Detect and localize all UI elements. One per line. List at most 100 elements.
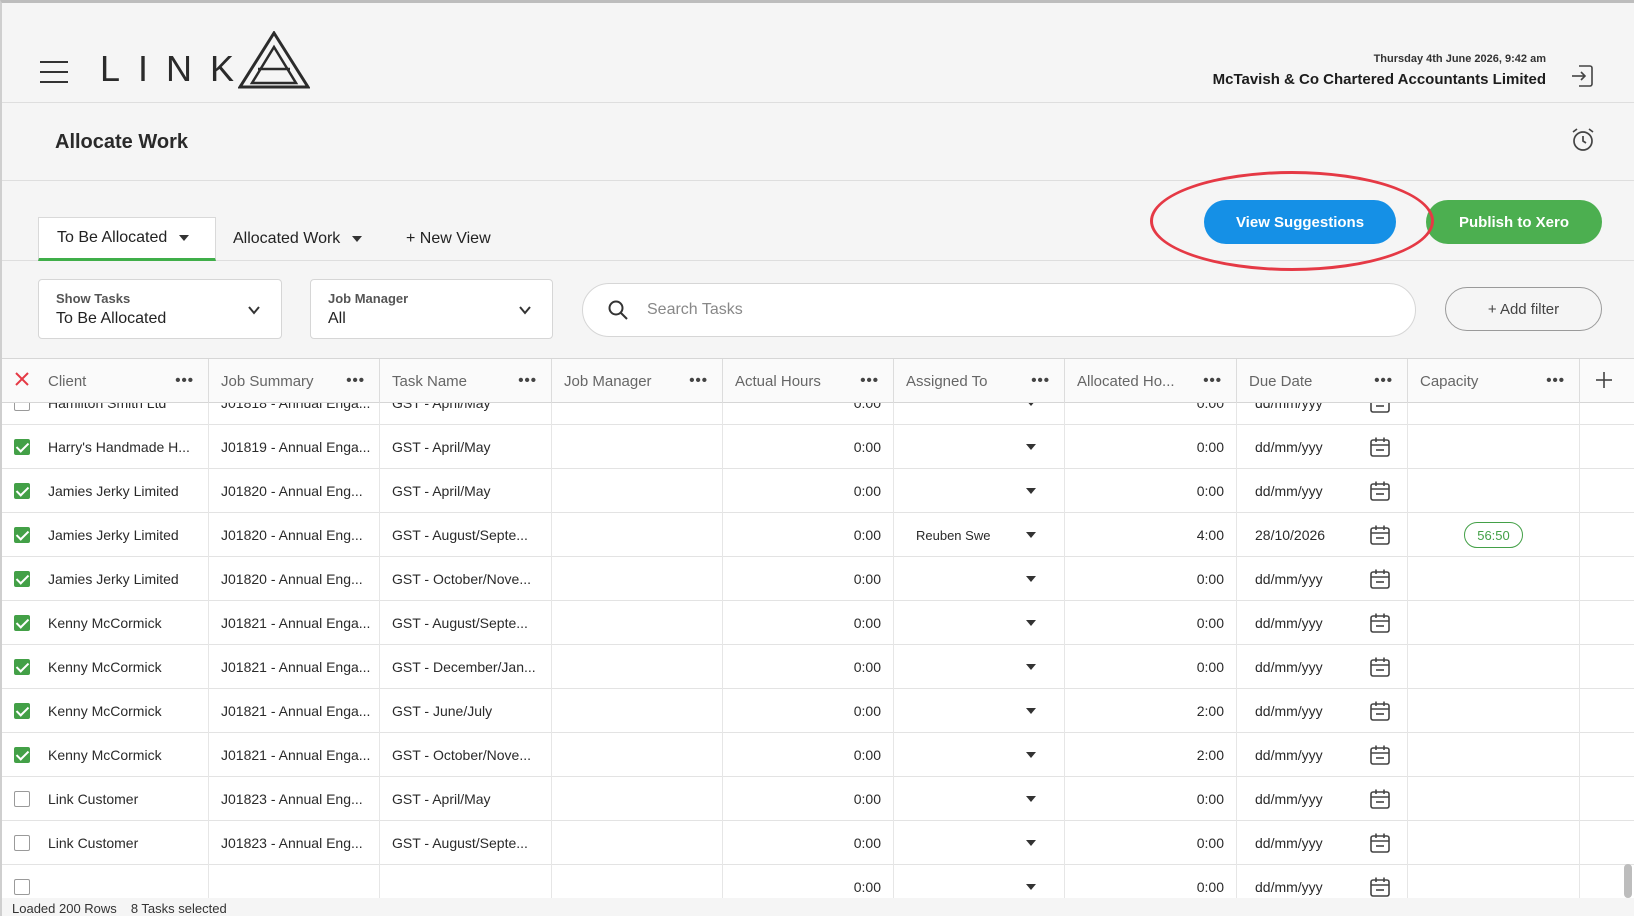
checkbox-icon[interactable] bbox=[14, 403, 30, 411]
calendar-icon[interactable] bbox=[1369, 700, 1391, 722]
calendar-icon[interactable] bbox=[1369, 788, 1391, 810]
dropdown-caret-icon[interactable] bbox=[1026, 884, 1036, 890]
publish-to-xero-button[interactable]: Publish to Xero bbox=[1426, 200, 1602, 244]
more-dots-icon[interactable]: ••• bbox=[175, 372, 194, 389]
cell-due[interactable]: dd/mm/yyy bbox=[1237, 689, 1408, 733]
dropdown-caret-icon[interactable] bbox=[1026, 752, 1036, 758]
column-header-job-manager[interactable]: Job Manager ••• bbox=[552, 359, 723, 403]
cell-assigned[interactable] bbox=[894, 425, 1065, 469]
view-suggestions-button[interactable]: View Suggestions bbox=[1204, 200, 1396, 244]
column-header-capacity[interactable]: Capacity ••• bbox=[1408, 359, 1580, 403]
cell-assigned[interactable] bbox=[894, 733, 1065, 777]
column-header-assigned-to[interactable]: Assigned To ••• bbox=[894, 359, 1065, 403]
calendar-icon[interactable] bbox=[1369, 480, 1391, 502]
table-row[interactable]: Link Customer J01823 - Annual Eng... GST -… bbox=[2, 821, 1634, 865]
cell-assigned[interactable]: Reuben Swe bbox=[894, 513, 1065, 557]
column-header-allocated-hours[interactable]: Allocated Ho... ••• bbox=[1065, 359, 1237, 403]
alarm-clock-icon[interactable] bbox=[1570, 127, 1596, 153]
cell-assigned[interactable] bbox=[894, 777, 1065, 821]
column-header-actual-hours[interactable]: Actual Hours ••• bbox=[723, 359, 894, 403]
vertical-scrollbar[interactable] bbox=[1624, 864, 1632, 898]
cell-due[interactable]: dd/mm/yyy bbox=[1237, 557, 1408, 601]
cell-due[interactable]: dd/mm/yyy bbox=[1237, 645, 1408, 689]
calendar-icon[interactable] bbox=[1369, 656, 1391, 678]
checkbox-icon[interactable] bbox=[14, 571, 30, 587]
table-row[interactable]: Hamilton Smith Ltd J01818 - Annual Enga..… bbox=[2, 403, 1634, 425]
more-dots-icon[interactable]: ••• bbox=[1203, 372, 1222, 389]
checkbox-icon[interactable] bbox=[14, 439, 30, 455]
hamburger-icon[interactable] bbox=[40, 61, 68, 83]
tab-to-be-allocated[interactable]: To Be Allocated bbox=[38, 217, 216, 261]
column-header-due-date[interactable]: Due Date ••• bbox=[1237, 359, 1408, 403]
table-row[interactable]: Jamies Jerky Limited J01820 - Annual Eng.… bbox=[2, 469, 1634, 513]
table-row[interactable]: Kenny McCormick J01821 - Annual Enga... GS… bbox=[2, 645, 1634, 689]
dropdown-caret-icon[interactable] bbox=[1026, 532, 1036, 538]
cell-due[interactable]: dd/mm/yyy bbox=[1237, 865, 1408, 898]
cell-due[interactable]: dd/mm/yyy bbox=[1237, 403, 1408, 425]
dropdown-caret-icon[interactable] bbox=[1026, 488, 1036, 494]
dropdown-caret-icon[interactable] bbox=[1026, 403, 1036, 406]
more-dots-icon[interactable]: ••• bbox=[1031, 372, 1050, 389]
cell-assigned[interactable] bbox=[894, 689, 1065, 733]
more-dots-icon[interactable]: ••• bbox=[518, 372, 537, 389]
cell-assigned[interactable] bbox=[894, 645, 1065, 689]
cell-due[interactable]: dd/mm/yyy bbox=[1237, 821, 1408, 865]
more-dots-icon[interactable]: ••• bbox=[346, 372, 365, 389]
cell-due[interactable]: dd/mm/yyy bbox=[1237, 777, 1408, 821]
checkbox-icon[interactable] bbox=[14, 483, 30, 499]
column-header-client[interactable]: Client ••• bbox=[2, 359, 209, 403]
more-dots-icon[interactable]: ••• bbox=[860, 372, 879, 389]
cell-assigned[interactable] bbox=[894, 821, 1065, 865]
dropdown-caret-icon[interactable] bbox=[1026, 708, 1036, 714]
dropdown-caret-icon[interactable] bbox=[1026, 664, 1036, 670]
dropdown-caret-icon[interactable] bbox=[1026, 576, 1036, 582]
new-view-button[interactable]: + New View bbox=[406, 217, 491, 261]
calendar-icon[interactable] bbox=[1369, 568, 1391, 590]
checkbox-icon[interactable] bbox=[14, 879, 30, 895]
cell-assigned[interactable] bbox=[894, 865, 1065, 898]
more-dots-icon[interactable]: ••• bbox=[1546, 372, 1565, 389]
table-row[interactable]: Kenny McCormick J01821 - Annual Enga... GS… bbox=[2, 601, 1634, 645]
calendar-icon[interactable] bbox=[1369, 744, 1391, 766]
tab-allocated-work[interactable]: Allocated Work bbox=[233, 217, 363, 261]
more-dots-icon[interactable]: ••• bbox=[1374, 372, 1393, 389]
table-row[interactable]: Jamies Jerky Limited J01820 - Annual Eng.… bbox=[2, 557, 1634, 601]
table-row[interactable]: Link Customer J01823 - Annual Eng... GST -… bbox=[2, 777, 1634, 821]
add-filter-button[interactable]: + Add filter bbox=[1445, 287, 1602, 331]
checkbox-icon[interactable] bbox=[14, 703, 30, 719]
column-header-job-summary[interactable]: Job Summary ••• bbox=[209, 359, 380, 403]
table-row[interactable]: Jamies Jerky Limited J01820 - Annual Eng.… bbox=[2, 513, 1634, 557]
cell-due[interactable]: dd/mm/yyy bbox=[1237, 425, 1408, 469]
dropdown-caret-icon[interactable] bbox=[1026, 620, 1036, 626]
cell-due[interactable]: dd/mm/yyy bbox=[1237, 469, 1408, 513]
calendar-icon[interactable] bbox=[1369, 876, 1391, 898]
checkbox-icon[interactable] bbox=[14, 527, 30, 543]
cell-due[interactable]: dd/mm/yyy bbox=[1237, 733, 1408, 777]
search-box[interactable] bbox=[582, 283, 1416, 337]
calendar-icon[interactable] bbox=[1369, 832, 1391, 854]
job-manager-select[interactable]: Job Manager All bbox=[310, 279, 553, 339]
checkbox-icon[interactable] bbox=[14, 659, 30, 675]
checkbox-icon[interactable] bbox=[14, 615, 30, 631]
search-input[interactable] bbox=[647, 296, 1347, 324]
show-tasks-select[interactable]: Show Tasks To Be Allocated bbox=[38, 279, 282, 339]
table-row[interactable]: Harry's Handmade H... J01819 - Annual Eng… bbox=[2, 425, 1634, 469]
table-row[interactable]: 0:00 0:00 dd/mm/yyy bbox=[2, 865, 1634, 898]
cell-assigned[interactable] bbox=[894, 557, 1065, 601]
table-row[interactable]: Kenny McCormick J01821 - Annual Enga... GS… bbox=[2, 689, 1634, 733]
cell-due[interactable]: dd/mm/yyy bbox=[1237, 601, 1408, 645]
checkbox-icon[interactable] bbox=[14, 791, 30, 807]
cell-due[interactable]: 28/10/2026 bbox=[1237, 513, 1408, 557]
dropdown-caret-icon[interactable] bbox=[1026, 796, 1036, 802]
dropdown-caret-icon[interactable] bbox=[1026, 840, 1036, 846]
table-row[interactable]: Kenny McCormick J01821 - Annual Enga... GS… bbox=[2, 733, 1634, 777]
checkbox-icon[interactable] bbox=[14, 747, 30, 763]
calendar-icon[interactable] bbox=[1369, 436, 1391, 458]
dropdown-caret-icon[interactable] bbox=[1026, 444, 1036, 450]
calendar-icon[interactable] bbox=[1369, 612, 1391, 634]
logout-icon[interactable] bbox=[1570, 63, 1594, 89]
column-header-task-name[interactable]: Task Name ••• bbox=[380, 359, 552, 403]
more-dots-icon[interactable]: ••• bbox=[689, 372, 708, 389]
calendar-icon[interactable] bbox=[1369, 403, 1391, 414]
cell-assigned[interactable] bbox=[894, 469, 1065, 513]
